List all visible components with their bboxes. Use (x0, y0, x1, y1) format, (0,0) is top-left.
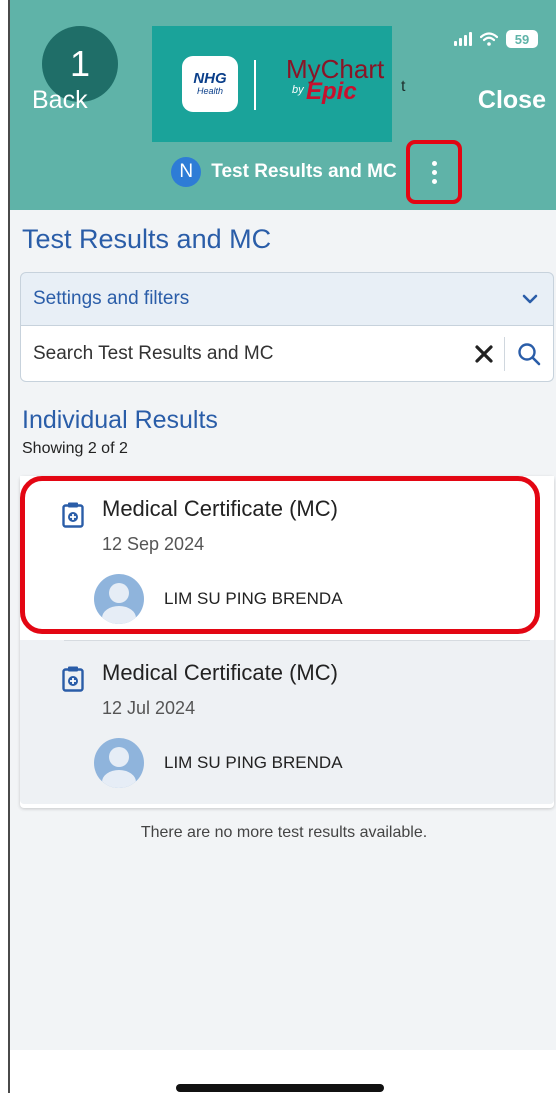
patient-avatar: N (171, 157, 202, 187)
status-bar: 59 (454, 30, 538, 48)
report-icon (62, 666, 84, 692)
app-logo-banner: NHG Health MyChart by Epic (152, 26, 392, 142)
epic-logo: Epic (306, 78, 357, 105)
search-input[interactable] (21, 326, 464, 381)
nhg-logo-name: NHG (193, 70, 227, 87)
section-title: Individual Results (22, 406, 218, 434)
avatar-icon (94, 738, 144, 788)
nhg-logo-sub: Health (196, 86, 223, 96)
result-title: Medical Certificate (MC) (102, 660, 338, 685)
home-indicator[interactable] (176, 1084, 384, 1092)
end-of-list-message: There are no more test results available… (140, 824, 428, 841)
more-vertical-icon[interactable] (406, 140, 462, 204)
settings-filters-toggle[interactable]: Settings and filters (20, 272, 554, 326)
highlight-annotation (20, 476, 540, 634)
item-divider (64, 640, 530, 641)
chevron-down-icon (522, 294, 538, 304)
filter-label: Settings and filters (33, 288, 190, 309)
page-title: Test Results and MC (22, 224, 272, 254)
signal-icon (454, 32, 472, 46)
back-button[interactable]: Back (32, 86, 88, 115)
patient-page-title: Test Results and MC (211, 161, 397, 182)
mychart-logo-by: by (292, 84, 304, 96)
patient-switcher[interactable]: N Test Results and MC (10, 152, 556, 192)
close-button[interactable]: Close (478, 86, 546, 115)
search-icon[interactable] (505, 327, 553, 381)
provider-name: LIM SU PING BRENDA (164, 753, 343, 772)
battery-icon: 59 (506, 30, 538, 48)
result-date: 12 Jul 2024 (102, 698, 196, 718)
result-item[interactable]: Medical Certificate (MC) 12 Jul 2024 LIM… (20, 640, 554, 804)
logo-divider (254, 60, 256, 110)
clear-icon[interactable] (464, 327, 504, 381)
wifi-icon (479, 32, 499, 46)
header-title-fragment: t (401, 78, 406, 95)
app-header: 1 Back NHG Health MyChart by Epic t 59 C… (10, 0, 556, 210)
search-bar (20, 326, 554, 382)
result-count: Showing 2 of 2 (22, 440, 128, 457)
nhg-logo: NHG Health (182, 56, 238, 112)
